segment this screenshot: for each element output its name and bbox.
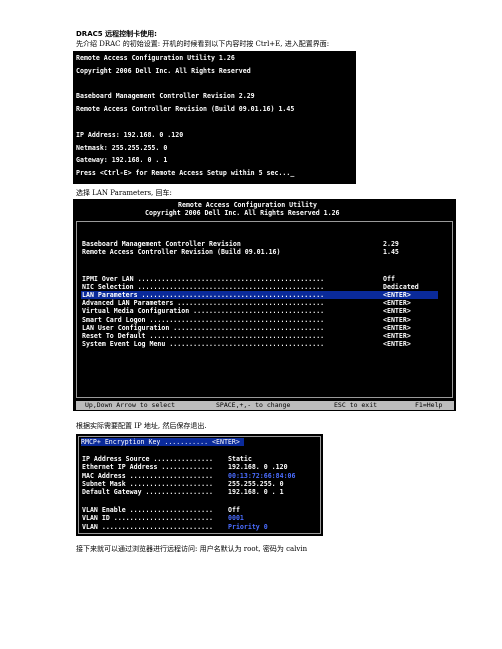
vlan-field-label: VLAN ID ......................... bbox=[82, 514, 214, 523]
boot-line: Netmask: 255.255.255. 0 bbox=[76, 143, 168, 152]
step-lan-text: 选择 LAN Parameters, 回车: bbox=[76, 189, 172, 197]
lan-field-value[interactable]: 192.168. 0 . 1 bbox=[228, 488, 284, 496]
menu-item-label: System Event Log Menu ..................… bbox=[82, 339, 325, 348]
menu-item-label: NIC Selection ..........................… bbox=[82, 283, 325, 292]
lan-field-value[interactable]: Static bbox=[228, 455, 252, 463]
lan-top-item[interactable]: RMCP+ Encryption Key ........... <ENTER> bbox=[81, 438, 244, 446]
menu-item[interactable]: IPMI Over LAN ..........................… bbox=[81, 275, 438, 283]
lan-field-value[interactable]: 192.168. 0 .120 bbox=[228, 463, 288, 471]
menu-item[interactable]: NIC Selection ..........................… bbox=[81, 283, 438, 291]
lan-field-label: Ethernet IP Address ............. bbox=[82, 463, 214, 472]
menu-item[interactable]: Smart Card Logon .......................… bbox=[81, 316, 438, 324]
menu-item-value: <ENTER> bbox=[383, 331, 411, 340]
utility-screen: Remote Access Configuration Utility Copy… bbox=[73, 199, 456, 411]
lan-field-label: Subnet Mask ..................... bbox=[82, 479, 214, 488]
boot-screen: Remote Access Configuration Utility 1.26… bbox=[73, 51, 356, 184]
lan-field-label: Default Gateway ................. bbox=[82, 488, 214, 497]
menu-item[interactable]: Virtual Media Configuration ............… bbox=[81, 307, 438, 315]
vlan-field-value[interactable]: Off bbox=[228, 506, 240, 514]
boot-line: Copyright 2006 Dell Inc. All Rights Rese… bbox=[76, 66, 251, 75]
menu-item[interactable]: Reset To Default .......................… bbox=[81, 332, 438, 340]
menu-item[interactable]: LAN Parameters .........................… bbox=[81, 291, 438, 300]
doc-title: DRAC5 远程控制卡使用: bbox=[76, 30, 157, 38]
menu-item[interactable]: LAN User Configuration .................… bbox=[81, 324, 438, 332]
vlan-field-label: VLAN Enable ..................... bbox=[82, 506, 214, 514]
boot-line: Remote Access Controller Revision (Build… bbox=[76, 105, 295, 114]
status-exit: ESC to exit bbox=[334, 401, 378, 409]
lan-top-value: <ENTER> bbox=[212, 438, 240, 446]
step-ip-text: 根据实际需要配置 IP 地址, 然后保存退出. bbox=[76, 422, 207, 430]
menu-item-label: LAN User Configuration .................… bbox=[82, 323, 325, 332]
vlan-field-value[interactable]: Priority 0 bbox=[228, 523, 268, 531]
step-web-text: 接下来就可以通过浏览器进行远程访问: 用户名默认为 root, 密码为 calv… bbox=[76, 545, 308, 553]
boot-line: Baseboard Management Controller Revision… bbox=[76, 92, 255, 101]
menu-item-value: <ENTER> bbox=[383, 299, 411, 308]
lan-field-value[interactable]: 255.255.255. 0 bbox=[228, 480, 284, 488]
status-nav: Up,Down Arrow to select bbox=[85, 401, 176, 409]
revision-label: Remote Access Controller Revision (Build… bbox=[82, 248, 281, 256]
menu-item-value: <ENTER> bbox=[383, 323, 411, 332]
menu-item-label: Reset To Default .......................… bbox=[82, 331, 325, 340]
boot-line: Remote Access Configuration Utility 1.26 bbox=[76, 54, 235, 62]
status-help: F1=Help bbox=[415, 401, 443, 409]
intro-text: 先介绍 DRAC 的初始设置: 开机的时候看到以下内容时按 Ctrl+E, 进入… bbox=[76, 40, 330, 48]
menu-item[interactable]: Advanced LAN Parameters ................… bbox=[81, 299, 438, 307]
menu-item-value: <ENTER> bbox=[383, 315, 411, 324]
vlan-field-value[interactable]: 0001 bbox=[228, 514, 244, 522]
status-bar: Up,Down Arrow to select SPACE,+,- to cha… bbox=[76, 401, 454, 410]
menu-item-value: Off bbox=[383, 275, 395, 283]
utility-copyright: Copyright 2006 Dell Inc. All Rights Rese… bbox=[145, 209, 340, 217]
menu-item-label: LAN Parameters .........................… bbox=[82, 291, 325, 300]
revision-value: 1.45 bbox=[383, 248, 399, 256]
menu-item-value: <ENTER> bbox=[383, 307, 411, 316]
lan-screen: RMCP+ Encryption Key ........... <ENTER>… bbox=[76, 434, 323, 536]
menu-item-label: Smart Card Logon .......................… bbox=[82, 315, 325, 324]
boot-line: Press <Ctrl-E> for Remote Access Setup w… bbox=[76, 169, 295, 178]
boot-line: IP Address: 192.168. 0 .120 bbox=[76, 130, 184, 139]
menu-item[interactable]: System Event Log Menu ..................… bbox=[81, 340, 438, 348]
status-change: SPACE,+,- to change bbox=[216, 401, 291, 409]
menu-item-value: <ENTER> bbox=[383, 339, 411, 348]
menu-item-label: Virtual Media Configuration ............… bbox=[82, 307, 325, 316]
lan-field-label: IP Address Source ............... bbox=[82, 455, 214, 463]
menu-item-value: <ENTER> bbox=[383, 291, 411, 300]
menu-item-label: IPMI Over LAN ..........................… bbox=[82, 275, 325, 283]
lan-field-label: MAC Address ..................... bbox=[82, 471, 214, 480]
lan-top-label: RMCP+ Encryption Key ........... bbox=[81, 438, 209, 446]
menu-item-label: Advanced LAN Parameters ................… bbox=[82, 299, 325, 308]
utility-title: Remote Access Configuration Utility bbox=[178, 201, 317, 209]
boot-line: Gateway: 192.168. 0 . 1 bbox=[76, 156, 168, 165]
lan-field-value[interactable]: 00:13:72:66:84:06 bbox=[228, 472, 296, 480]
menu-item-value: Dedicated bbox=[383, 283, 419, 292]
vlan-field-label: VLAN ............................ bbox=[82, 522, 214, 531]
revision-label: Baseboard Management Controller Revision bbox=[82, 240, 241, 248]
revision-value: 2.29 bbox=[383, 240, 399, 248]
